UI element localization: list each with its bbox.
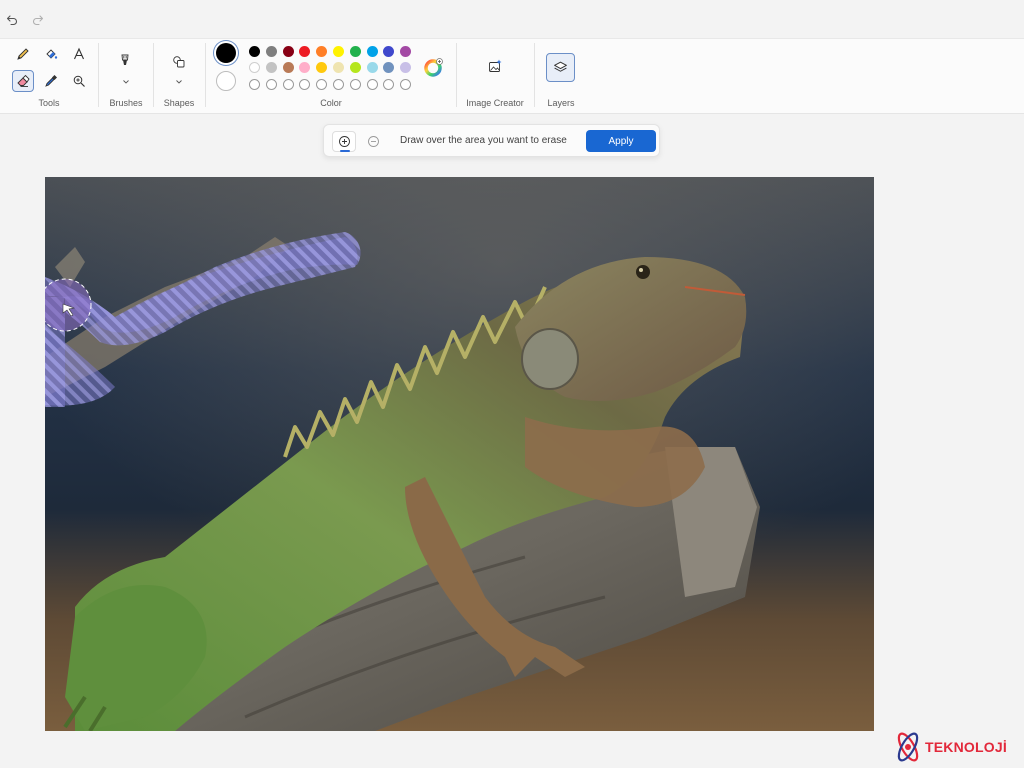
custom-color-slot[interactable] [366,79,378,90]
custom-color-slot[interactable] [349,79,361,90]
shapes-icon[interactable] [168,51,190,73]
color-swatch[interactable] [400,46,412,57]
custom-color-slot[interactable] [249,79,260,90]
image-creator-label: Image Creator [466,98,524,108]
erase-instruction: Draw over the area you want to erase [400,135,567,146]
layers-group[interactable]: Layers [535,39,587,115]
color-picker-icon[interactable] [40,70,62,92]
color-swatch[interactable] [383,62,395,73]
chevron-down-icon[interactable] [174,73,184,84]
image-creator-icon[interactable] [484,55,506,77]
custom-color-slot[interactable] [383,79,395,90]
eraser-icon[interactable] [12,70,34,92]
generative-erase-bar: Draw over the area you want to erase App… [323,124,660,157]
watermark-logo: TEKNOLOJİ [888,727,1024,767]
custom-color-slot[interactable] [282,79,294,90]
color-swatch[interactable] [400,62,412,73]
custom-color-slot[interactable] [400,79,412,90]
color-swatch[interactable] [316,62,328,73]
color-group: Color [206,39,456,115]
title-bar [0,0,1024,38]
layers-label: Layers [547,98,575,108]
color-swatch[interactable] [299,62,311,73]
color-swatch[interactable] [366,46,378,57]
secondary-color-swatch[interactable] [216,71,236,91]
custom-color-slot[interactable] [333,79,344,90]
custom-color-slot[interactable] [299,79,311,90]
custom-color-slot[interactable] [265,79,277,90]
color-swatch[interactable] [349,46,361,57]
brushes-label: Brushes [109,98,143,108]
apply-button[interactable]: Apply [586,130,656,152]
color-swatch[interactable] [366,62,378,73]
plus-circle-icon[interactable] [332,131,356,152]
shapes-group[interactable]: Shapes [154,39,204,115]
color-swatch[interactable] [265,62,277,73]
color-swatch[interactable] [249,62,260,73]
ribbon-toolbar: Tools Brushes Shapes Color Image Creator… [0,38,1024,114]
color-swatch[interactable] [333,46,344,57]
minus-circle-icon[interactable] [361,131,385,152]
layers-icon[interactable] [546,53,575,82]
fill-icon[interactable] [40,43,62,65]
tools-label: Tools [38,98,60,108]
canvas-image[interactable] [45,177,874,731]
color-swatch[interactable] [249,46,260,57]
watermark-text: TEKNOLOJİ [925,739,1007,755]
custom-color-slot[interactable] [316,79,328,90]
shapes-label: Shapes [163,98,195,108]
color-wheel-icon[interactable] [424,57,444,77]
image-creator-group[interactable]: Image Creator [457,39,533,115]
color-swatch[interactable] [333,62,344,73]
color-swatch[interactable] [349,62,361,73]
chevron-down-icon[interactable] [121,73,131,84]
undo-icon[interactable] [2,10,22,30]
brushes-group[interactable]: Brushes [99,39,153,115]
magnifier-icon[interactable] [68,70,90,92]
color-swatch[interactable] [282,46,294,57]
color-swatch[interactable] [316,46,328,57]
brush-icon[interactable] [114,49,136,71]
text-icon[interactable] [68,43,90,65]
primary-color-swatch[interactable] [216,43,236,63]
color-swatch[interactable] [383,46,395,57]
color-swatch[interactable] [265,46,277,57]
pencil-icon[interactable] [12,43,34,65]
atom-icon [897,732,919,762]
redo-icon[interactable] [28,10,48,30]
color-label: Color [320,98,342,108]
color-swatch[interactable] [282,62,294,73]
color-swatch[interactable] [299,46,311,57]
tools-group: Tools [0,39,98,115]
